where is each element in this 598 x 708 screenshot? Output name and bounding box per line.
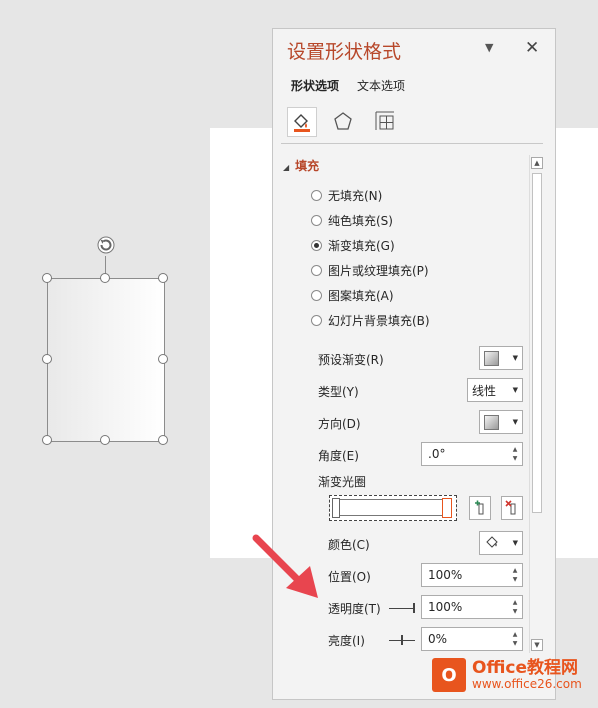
radio-label: 纯色填充(S): [328, 213, 393, 228]
resize-handle-left[interactable]: [42, 354, 52, 364]
remove-stop-icon: [505, 500, 516, 515]
gradient-stops-bar[interactable]: [329, 495, 457, 521]
radio-circle[interactable]: [311, 214, 322, 226]
resize-handle-bottom-left[interactable]: [42, 435, 52, 445]
position-label: 位置(O): [328, 570, 371, 584]
add-stop-icon: [475, 500, 484, 515]
radio-circle[interactable]: [311, 239, 322, 251]
brightness-value: 0%: [428, 632, 448, 646]
resize-handle-bottom-right[interactable]: [158, 435, 168, 445]
spinner-arrows-icon[interactable]: ▲ ▼: [510, 598, 520, 616]
collapse-triangle-icon: ◢: [283, 163, 290, 172]
watermark-title: Office教程网: [472, 658, 579, 678]
gradient-stop-right[interactable]: [442, 498, 452, 518]
scroll-down-icon[interactable]: ▼: [531, 639, 543, 651]
scroll-thumb[interactable]: [532, 173, 542, 513]
gradient-stop-left[interactable]: [332, 498, 340, 518]
position-value: 100%: [428, 568, 463, 582]
section-fill-title: 填充: [295, 159, 320, 173]
transparency-slider[interactable]: [389, 601, 415, 615]
type-dropdown[interactable]: 线性 ▼: [467, 378, 523, 402]
position-spinner[interactable]: 100% ▲ ▼: [421, 563, 523, 587]
angle-value: .0°: [428, 447, 446, 461]
transparency-value: 100%: [428, 600, 463, 614]
resize-handle-bottom[interactable]: [100, 435, 110, 445]
transparency-spinner[interactable]: 100% ▲ ▼: [421, 595, 523, 619]
type-value: 线性: [472, 383, 497, 398]
chevron-down-icon: ▼: [512, 418, 518, 426]
brightness-label: 亮度(I): [328, 634, 365, 648]
resize-handle-top[interactable]: [100, 273, 110, 283]
gradient-swatch-icon: [484, 350, 499, 366]
paint-bucket-icon: [484, 534, 500, 553]
radio-label: 渐变填充(G): [328, 238, 395, 253]
spinner-arrows-icon[interactable]: ▲ ▼: [510, 630, 520, 648]
slider-track: [389, 608, 415, 609]
preset-gradient-dropdown[interactable]: ▼: [479, 346, 523, 370]
add-gradient-stop-button[interactable]: [469, 496, 491, 520]
angle-spinner[interactable]: .0° ▲ ▼: [421, 442, 523, 466]
radio-circle[interactable]: [311, 314, 322, 326]
radio-pattern-fill[interactable]: 图案填充(A): [311, 286, 394, 304]
pane-options-chevron-down-icon[interactable]: ▼: [485, 41, 493, 54]
angle-label: 角度(E): [318, 449, 359, 463]
gradient-stops-label: 渐变光圈: [318, 475, 367, 489]
radio-circle[interactable]: [311, 264, 322, 276]
rotate-handle-icon[interactable]: [95, 234, 117, 256]
resize-handle-right[interactable]: [158, 354, 168, 364]
spinner-arrows-icon[interactable]: ▲ ▼: [510, 445, 520, 463]
radio-label: 幻灯片背景填充(B): [328, 313, 430, 328]
pane-divider: [281, 143, 543, 144]
section-fill-header[interactable]: ◢ 填充: [283, 157, 319, 174]
radio-slide-background-fill[interactable]: 幻灯片背景填充(B): [311, 311, 430, 329]
rotate-handle-connector: [105, 256, 106, 274]
preset-gradient-label: 预设渐变(R): [318, 353, 384, 367]
pane-scrollbar[interactable]: ▲ ▼: [529, 155, 544, 653]
brightness-spinner[interactable]: 0% ▲ ▼: [421, 627, 523, 651]
gradient-preview: [337, 499, 445, 516]
remove-gradient-stop-button[interactable]: [501, 496, 523, 520]
radio-circle[interactable]: [311, 289, 322, 301]
radio-solid-fill[interactable]: 纯色填充(S): [311, 211, 393, 229]
direction-label: 方向(D): [318, 417, 361, 431]
watermark-url: www.office26.com: [472, 677, 582, 691]
selected-rectangle-shape[interactable]: [47, 278, 165, 442]
chevron-down-icon: ▼: [512, 354, 518, 362]
close-icon[interactable]: ✕: [525, 38, 539, 58]
radio-label: 图片或纹理填充(P): [328, 263, 429, 278]
chevron-down-icon: ▼: [512, 386, 518, 394]
radio-no-fill[interactable]: 无填充(N): [311, 186, 382, 204]
direction-dropdown[interactable]: ▼: [479, 410, 523, 434]
watermark: O Office教程网 www.office26.com: [432, 658, 582, 692]
resize-handle-top-left[interactable]: [42, 273, 52, 283]
size-properties-icon[interactable]: [371, 107, 399, 135]
radio-picture-fill[interactable]: 图片或纹理填充(P): [311, 261, 429, 279]
pane-title: 设置形状格式: [287, 41, 402, 63]
color-label: 颜色(C): [328, 538, 370, 552]
annotation-arrow-icon: [248, 532, 328, 605]
radio-circle[interactable]: [311, 189, 322, 201]
type-label: 类型(Y): [318, 385, 359, 399]
brightness-slider[interactable]: [389, 633, 415, 647]
gradient-swatch-icon: [484, 414, 499, 430]
effects-pentagon-icon[interactable]: [329, 107, 357, 135]
spinner-arrows-icon[interactable]: ▲ ▼: [510, 566, 520, 584]
office-logo-icon: O: [432, 658, 466, 692]
color-dropdown[interactable]: ▼: [479, 531, 523, 555]
slider-thumb[interactable]: [401, 635, 403, 645]
resize-handle-top-right[interactable]: [158, 273, 168, 283]
radio-gradient-fill[interactable]: 渐变填充(G): [311, 236, 395, 254]
slider-thumb[interactable]: [413, 603, 415, 613]
tab-text-options[interactable]: 文本选项: [357, 77, 405, 94]
radio-label: 图案填充(A): [328, 288, 394, 303]
chevron-down-icon: ▼: [512, 539, 518, 547]
fill-line-icon[interactable]: [287, 107, 317, 137]
transparency-label: 透明度(T): [328, 602, 381, 616]
scroll-up-icon[interactable]: ▲: [531, 157, 543, 169]
radio-label: 无填充(N): [328, 188, 383, 203]
tab-shape-options[interactable]: 形状选项: [291, 77, 339, 94]
